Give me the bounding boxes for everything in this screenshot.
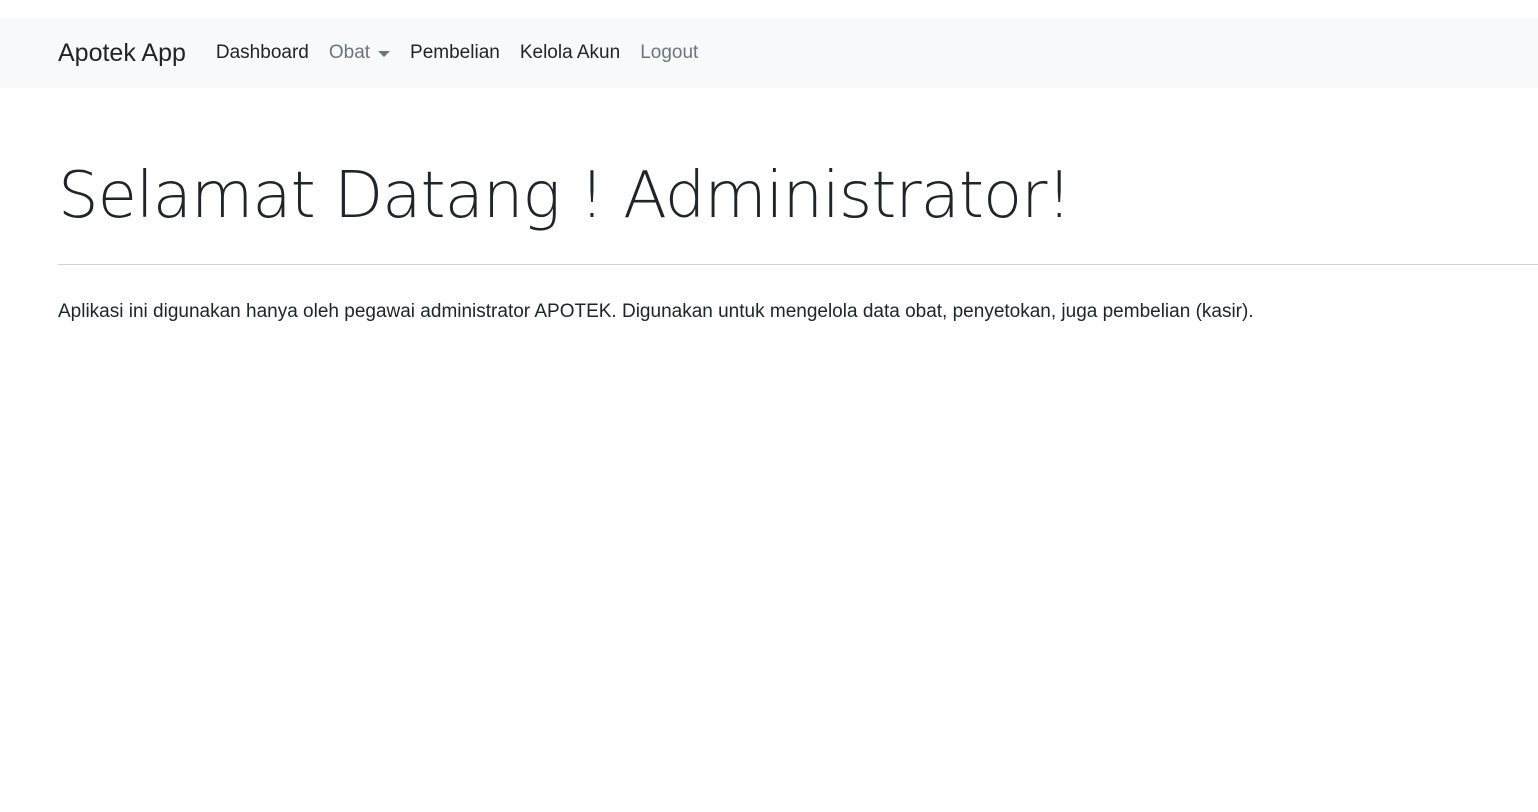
nav-item-dashboard[interactable]: Dashboard — [216, 42, 309, 64]
nav-item-pembelian[interactable]: Pembelian — [410, 42, 500, 64]
nav-item-obat-dropdown[interactable]: Obat — [328, 42, 391, 64]
caret-down-icon — [378, 51, 391, 57]
nav-item-kelola-akun[interactable]: Kelola Akun — [520, 42, 620, 64]
page-description: Aplikasi ini digunakan hanya oleh pegawa… — [58, 301, 1254, 322]
page-title: Selamat Datang ! Administrator! — [58, 159, 1072, 233]
nav-menu: Dashboard Obat Pembelian Kelola Akun Log… — [216, 42, 718, 64]
main-content: Selamat Datang ! Administrator! Aplikasi… — [0, 88, 1538, 323]
divider — [58, 264, 1538, 265]
top-spacer — [0, 0, 1538, 18]
nav-item-obat-label: Obat — [328, 42, 371, 63]
nav-item-logout[interactable]: Logout — [640, 42, 698, 64]
navbar: Apotek App Dashboard Obat Pembelian Kelo… — [0, 18, 1538, 88]
navbar-brand[interactable]: Apotek App — [58, 39, 186, 68]
